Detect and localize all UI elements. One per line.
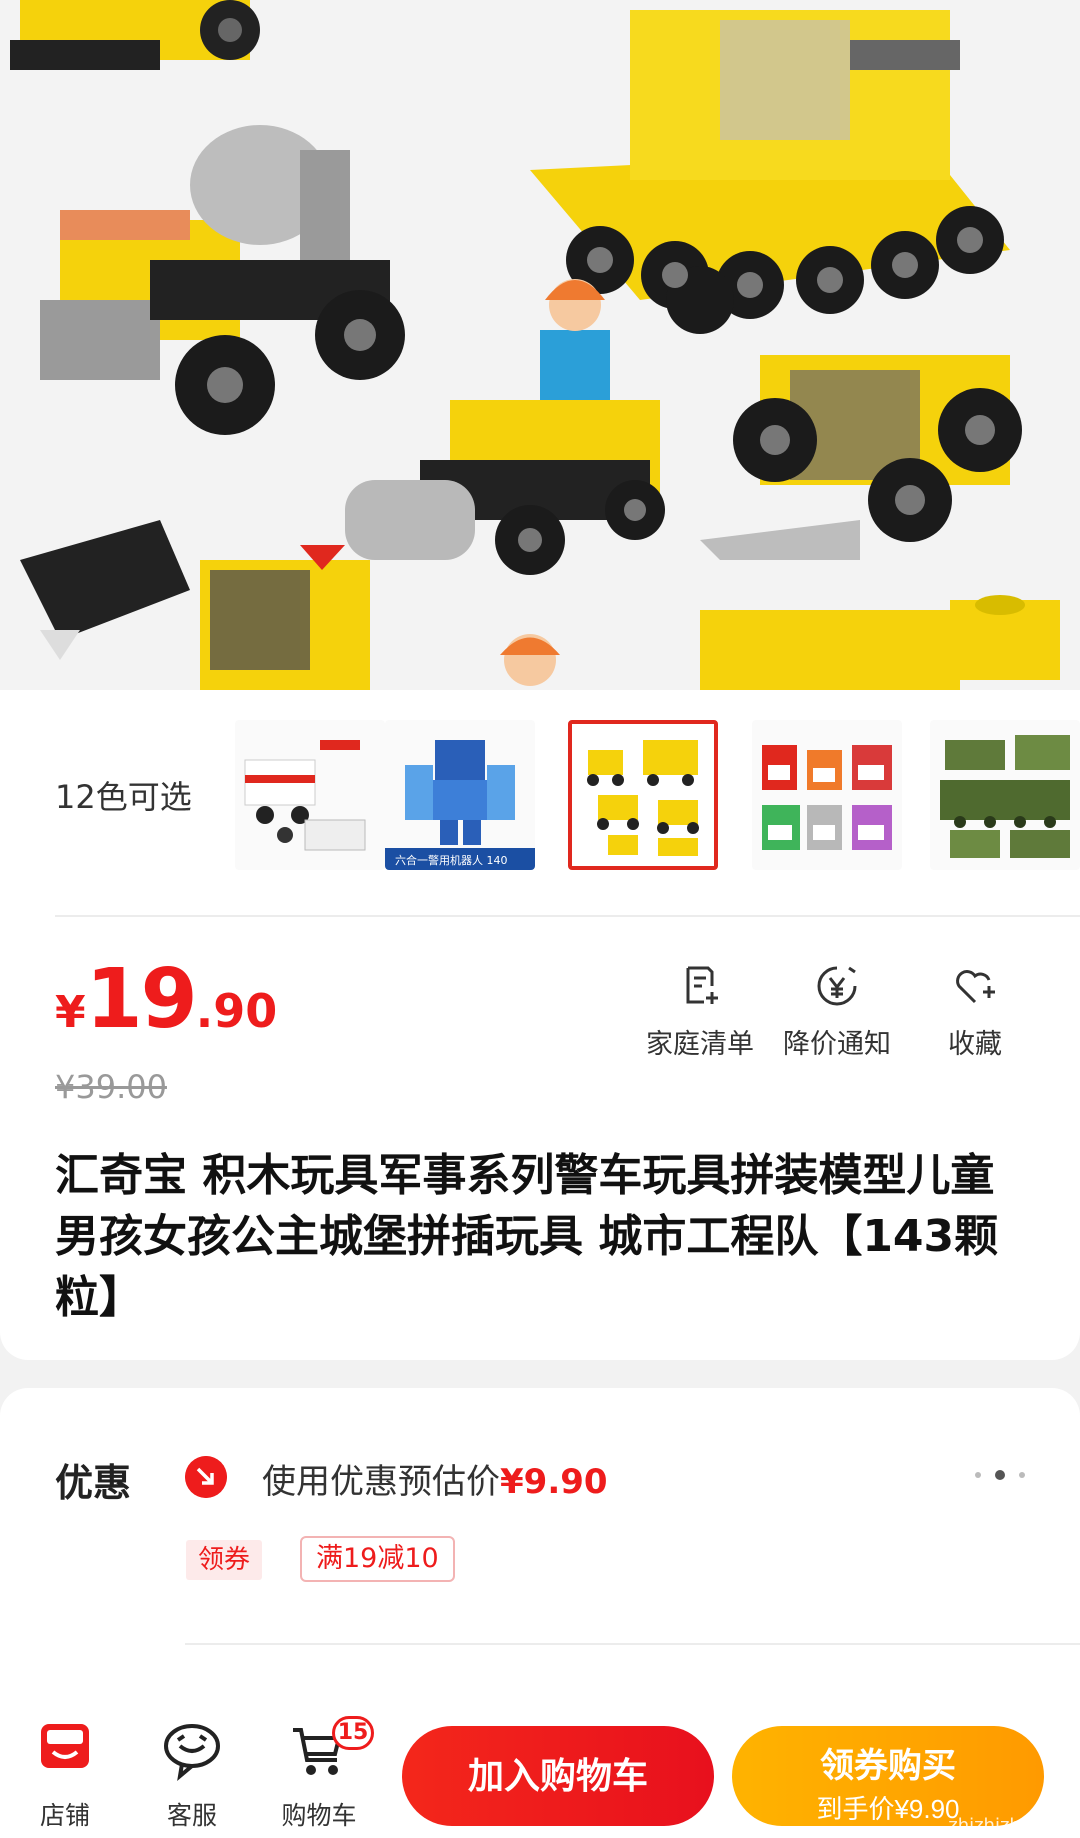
price-decimal: .90: [195, 984, 278, 1038]
family-list-button[interactable]: 家庭清单: [630, 962, 770, 1061]
variant-count-label: 12色可选: [55, 778, 192, 816]
price-integer: 19: [85, 952, 198, 1047]
variant-thumb-robot[interactable]: 六合一警用机器人 140: [385, 720, 535, 870]
ambulance-set-image: [235, 720, 385, 870]
heart-plus-icon: [956, 970, 995, 1004]
construction-set-image: [568, 720, 718, 870]
favorite-label: 收藏: [948, 1029, 1002, 1060]
divider: [55, 915, 1080, 917]
yen-alert-icon: [817, 966, 857, 1006]
variant-thumb-ambulance[interactable]: [235, 720, 385, 870]
shop-label: 店铺: [39, 1801, 90, 1830]
variant-thumb-shops[interactable]: [752, 720, 902, 870]
variant-selector: 12色可选 六合一警用机器人 140: [0, 720, 1080, 870]
shop-nav[interactable]: 店铺: [10, 1718, 120, 1838]
get-coupon-tag[interactable]: 领券: [186, 1540, 263, 1580]
buy-button-label: 领券购买: [820, 1747, 956, 1785]
promo-card: 优惠 使用优惠预估价¥9.90 领券 满19减10: [0, 1388, 1080, 1718]
military-set-image: [930, 720, 1080, 870]
estimated-price-value: ¥9.90: [500, 1462, 608, 1502]
estimated-price-label: 使用优惠预估价: [262, 1462, 500, 1502]
cart-nav[interactable]: 15 购物车: [264, 1716, 374, 1838]
watermark-text: zhizhizhi.com: [948, 1815, 1070, 1836]
construction-vehicles-illustration: [0, 0, 1080, 690]
variant-thumb-military[interactable]: [930, 720, 1080, 870]
original-price: ¥39.00: [55, 1068, 167, 1106]
product-info-card: 12色可选 六合一警用机器人 140 ¥19.90 ¥39.00 家庭清单 降价…: [0, 690, 1080, 1360]
product-title: 汇奇宝 积木玩具军事系列警车玩具拼装模型儿童男孩女孩公主城堡拼插玩具 城市工程队…: [55, 1150, 999, 1323]
discount-arrow-icon: [185, 1456, 227, 1498]
discount-threshold-tag[interactable]: 满19减10: [300, 1536, 455, 1582]
variant-thumb-construction[interactable]: [568, 720, 718, 870]
robot-set-image: 六合一警用机器人 140: [385, 720, 535, 870]
robot-set-caption: 六合一警用机器人 140: [395, 853, 508, 867]
product-hero-image[interactable]: [0, 0, 1080, 690]
list-add-icon: [686, 966, 718, 1004]
family-list-label: 家庭清单: [646, 1029, 754, 1060]
price-alert-label: 降价通知: [783, 1029, 891, 1060]
customer-service-nav[interactable]: 客服: [137, 1718, 247, 1838]
current-price: ¥19.90: [55, 952, 277, 1047]
customer-service-label: 客服: [166, 1801, 217, 1830]
divider: [185, 1643, 1080, 1645]
currency-symbol: ¥: [55, 987, 86, 1038]
coupon-buy-button[interactable]: 领券购买 到手价¥9.90: [732, 1726, 1044, 1826]
price-alert-button[interactable]: 降价通知: [767, 962, 907, 1061]
add-to-cart-button[interactable]: 加入购物车: [402, 1726, 714, 1826]
more-dots-icon[interactable]: [970, 1468, 1030, 1482]
estimated-price-row[interactable]: 使用优惠预估价¥9.90: [262, 1454, 608, 1503]
cart-label: 购物车: [281, 1801, 357, 1830]
favorite-button[interactable]: 收藏: [905, 962, 1045, 1061]
cart-count-badge: 15: [332, 1716, 374, 1750]
product-detail-page: 12色可选 六合一警用机器人 140 ¥19.90 ¥39.00 家庭清单 降价…: [0, 0, 1080, 1838]
promo-heading: 优惠: [55, 1461, 132, 1505]
shop-icon: [41, 1724, 89, 1768]
shop-set-image: [752, 720, 902, 870]
chat-bubble-icon: [164, 1724, 220, 1781]
bottom-action-bar: 店铺 客服 15 购物车 加入购物车 领券购买 到手价¥9.90 zhizhiz…: [0, 1716, 1080, 1838]
